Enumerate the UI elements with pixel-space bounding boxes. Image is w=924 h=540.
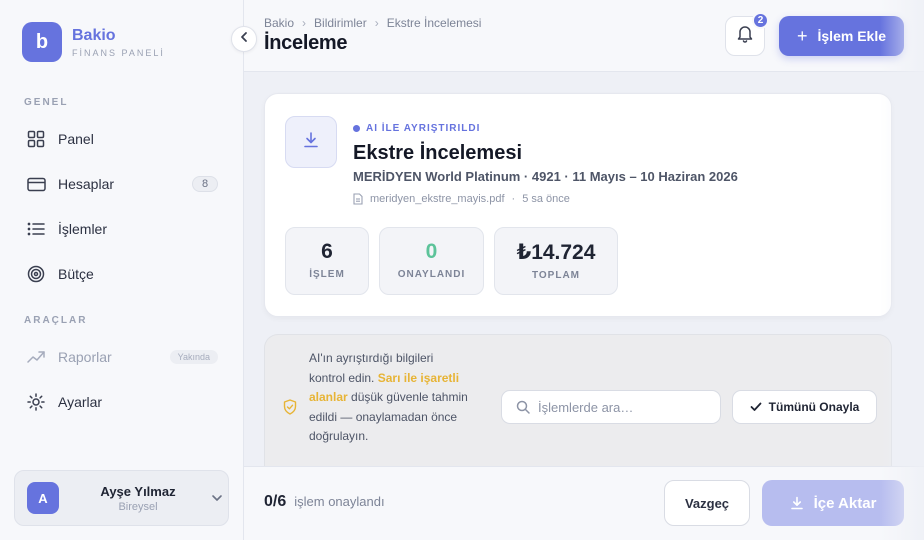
download-button[interactable]: [285, 116, 337, 168]
list-icon: [26, 219, 46, 239]
sidebar-item-label: Hesaplar: [58, 176, 115, 192]
sidebar-item-panel[interactable]: Panel: [14, 121, 230, 157]
section-label-tools: ARAÇLAR: [24, 315, 88, 326]
shield-icon: [283, 399, 297, 420]
sidebar-collapse-button[interactable]: [231, 26, 257, 52]
section-label-general: GENEL: [24, 97, 69, 108]
sidebar-item-hesaplar[interactable]: Hesaplar 8: [14, 166, 230, 202]
search-placeholder: İşlemlerde ara…: [538, 399, 634, 415]
statement-subtitle: MERİDYEN World Platinum · 4921 · 11 Mayı…: [353, 169, 738, 184]
stat-value: 6: [321, 240, 333, 263]
chevron-right-icon: ›: [302, 16, 307, 30]
page-title: İnceleme: [264, 32, 348, 54]
file-time: 5 sa önce: [522, 193, 570, 205]
notification-count-badge: 2: [752, 12, 769, 29]
card-icon: [26, 174, 46, 194]
breadcrumb-item[interactable]: Bildirimler: [314, 16, 367, 30]
grid-icon: [26, 129, 46, 149]
count-badge: 8: [192, 176, 218, 192]
stat-label: ONAYLANDI: [397, 269, 466, 280]
chevron-left-icon: [240, 30, 248, 48]
approval-label: işlem onaylandı: [294, 494, 385, 509]
import-button[interactable]: İçe Aktar: [762, 480, 904, 526]
file-info: meridyen_ekstre_mayis.pdf · 5 sa önce: [353, 193, 570, 205]
bell-icon: [736, 24, 754, 48]
stat-value: ₺14.724: [516, 241, 596, 264]
approval-progress: 0/6 işlem onaylandı: [264, 493, 385, 511]
download-icon: [790, 496, 804, 510]
chevron-down-icon: [211, 489, 223, 507]
sidebar-item-label: Ayarlar: [58, 394, 103, 410]
header: Bakio › Bildirimler › Ekstre İncelemesi …: [244, 0, 924, 72]
stat-total: ₺14.724 TOPLAM: [494, 227, 618, 295]
sidebar-item-label: Panel: [58, 131, 94, 147]
brand-logo: b: [22, 22, 62, 62]
coming-soon-badge: Yakında: [169, 350, 218, 364]
user-name: Ayşe Yılmaz: [100, 483, 176, 499]
approval-count: 0/6: [264, 493, 287, 510]
search-icon: [516, 400, 530, 414]
sidebar-item-ayarlar[interactable]: Ayarlar: [14, 384, 230, 420]
file-name[interactable]: meridyen_ekstre_mayis.pdf: [370, 193, 505, 205]
ai-parsed-tag: AI İLE AYRIŞTIRILDI: [353, 123, 480, 134]
review-panel: AI'ın ayrıştırdığı bilgileri kontrol edi…: [264, 334, 892, 480]
user-role: Bireysel: [118, 500, 158, 513]
statement-card: AI İLE AYRIŞTIRILDI Ekstre İncelemesi ME…: [264, 93, 892, 317]
download-icon: [302, 131, 320, 154]
avatar: A: [27, 482, 59, 514]
gear-icon: [26, 392, 46, 412]
target-icon: [26, 264, 46, 284]
stat-transactions: 6 İŞLEM: [285, 227, 369, 295]
breadcrumb-item[interactable]: Bakio: [264, 16, 294, 30]
sidebar: b Bakio FİNANS PANELİ GENEL Panel Hesapl…: [0, 0, 244, 540]
sidebar-item-label: Raporlar: [58, 349, 112, 365]
stat-approved: 0 ONAYLANDI: [379, 227, 484, 295]
brand-name: Bakio: [72, 26, 116, 44]
check-icon: [750, 402, 762, 412]
sidebar-item-butce[interactable]: Bütçe: [14, 256, 230, 292]
sidebar-item-raporlar: Raporlar Yakında: [14, 339, 230, 375]
stat-value: 0: [425, 240, 438, 263]
cancel-button[interactable]: Vazgeç: [664, 480, 750, 526]
approve-all-label: Tümünü Onayla: [768, 400, 860, 414]
plus-icon: +: [796, 25, 808, 46]
brand-subtitle: FİNANS PANELİ: [72, 47, 165, 58]
stat-label: İŞLEM: [309, 269, 345, 280]
ai-parsed-label: AI İLE AYRIŞTIRILDI: [366, 123, 481, 134]
status-dot-icon: [353, 125, 360, 132]
notifications-button[interactable]: 2: [725, 12, 769, 56]
user-menu[interactable]: A Ayşe Yılmaz Bireysel: [14, 470, 229, 526]
chevron-right-icon: ›: [374, 16, 379, 30]
statement-title: Ekstre İncelemesi: [353, 142, 522, 164]
sidebar-item-label: Bütçe: [58, 266, 94, 282]
trend-icon: [26, 347, 46, 367]
sidebar-item-label: İşlemler: [58, 221, 108, 237]
add-transaction-label: İşlem Ekle: [817, 28, 887, 44]
search-input[interactable]: İşlemlerde ara…: [501, 390, 721, 424]
approve-all-button[interactable]: Tümünü Onayla: [732, 390, 877, 424]
add-transaction-button[interactable]: + İşlem Ekle: [779, 16, 904, 56]
breadcrumb-item-current: Ekstre İncelemesi: [386, 16, 482, 30]
sidebar-item-islemler[interactable]: İşlemler: [14, 211, 230, 247]
review-instructions: AI'ın ayrıştırdığı bilgileri kontrol edi…: [309, 351, 468, 443]
footer-bar: 0/6 işlem onaylandı Vazgeç İçe Aktar: [244, 466, 924, 540]
import-label: İçe Aktar: [813, 494, 877, 512]
stat-label: TOPLAM: [531, 270, 581, 281]
brand[interactable]: b Bakio FİNANS PANELİ: [22, 22, 165, 62]
file-icon: [353, 193, 363, 205]
breadcrumb: Bakio › Bildirimler › Ekstre İncelemesi: [264, 16, 481, 30]
